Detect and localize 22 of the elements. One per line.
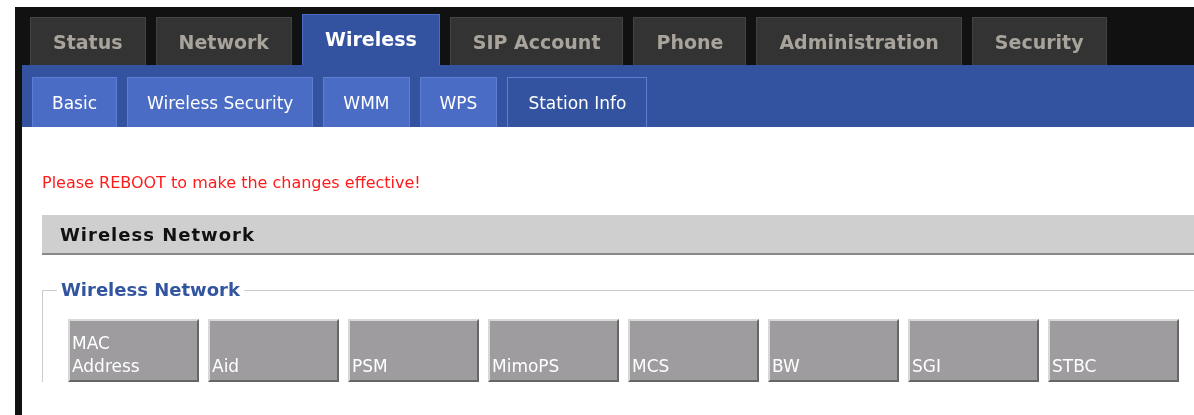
column-header: Aid: [208, 319, 339, 382]
sub-tab[interactable]: Station Info: [507, 77, 648, 127]
column-header: BW: [768, 319, 899, 382]
column-header: SGI: [908, 319, 1039, 382]
nav-tab[interactable]: Status: [30, 17, 146, 65]
reboot-notice: Please REBOOT to make the changes effective!: [42, 172, 422, 194]
nav-tab[interactable]: Wireless: [302, 14, 440, 65]
column-header: PSM: [348, 319, 479, 382]
nav-tab[interactable]: Security: [971, 17, 1107, 65]
column-header: STBC: [1048, 319, 1179, 382]
section-header: Wireless Network: [42, 215, 1194, 255]
column-header: MCS: [628, 319, 759, 382]
nav-tab[interactable]: Phone: [633, 17, 747, 65]
sub-tab[interactable]: WPS: [419, 77, 498, 127]
nav-tab[interactable]: Administration: [756, 17, 962, 65]
sub-tab[interactable]: Basic: [32, 77, 117, 127]
column-header: MAC Address: [68, 319, 199, 382]
nav-tab[interactable]: SIP Account: [449, 17, 624, 65]
sub-tab[interactable]: Wireless Security: [127, 77, 314, 127]
nav-tab[interactable]: Network: [155, 17, 292, 65]
sub-tab[interactable]: WMM: [323, 77, 410, 127]
column-header: MimoPS: [488, 319, 619, 382]
